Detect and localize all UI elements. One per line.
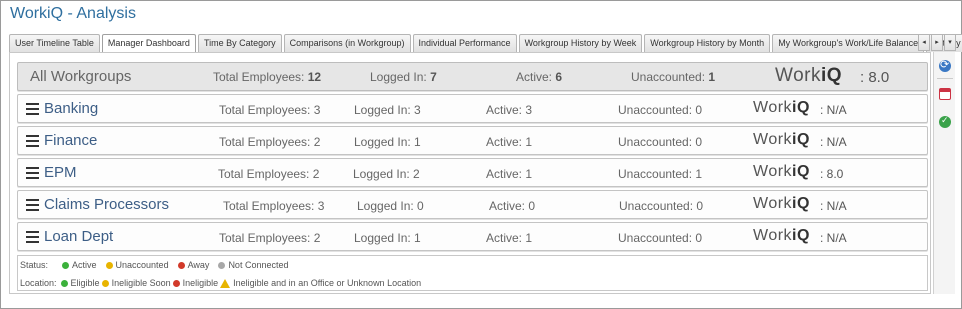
active-count: Active: 3 (486, 103, 533, 117)
menu-icon[interactable] (26, 199, 39, 211)
workiq-logo: WorkiQ (775, 65, 843, 86)
tab-next-icon[interactable]: ▸ (931, 34, 943, 51)
location-label: Location: (20, 278, 57, 288)
logged-in: Logged In: 1 (354, 135, 421, 149)
active-count: Active: 1 (486, 167, 533, 181)
tab-individual-performance[interactable]: Individual Performance (412, 34, 517, 52)
unaccounted-count: Unaccounted: 1 (618, 167, 703, 181)
workiq-score: : N/A (820, 231, 847, 245)
legend-eligible: Eligible (60, 278, 100, 288)
status-legend-line: Status: Active Unaccounted Away Not Conn… (20, 260, 297, 270)
warning-icon (220, 278, 231, 288)
workgroup-row[interactable]: EPM Total Employees: 2 Logged In: 2 Acti… (17, 158, 928, 187)
workiq-logo: WorkiQ (753, 99, 810, 116)
summary-active: Active: 6 (516, 70, 563, 84)
tab-scroll-controls: ◂ ▸ ▾ (918, 34, 957, 51)
summary-total-employees: Total Employees: 12 (213, 70, 322, 84)
calendar-icon[interactable] (939, 88, 951, 100)
workiq-logo: WorkiQ (753, 227, 810, 244)
logged-in: Logged In: 1 (354, 231, 421, 245)
workgroup-name[interactable]: Finance (44, 132, 97, 149)
unaccounted-count: Unaccounted: 0 (618, 103, 703, 117)
green-dot-icon (60, 279, 68, 287)
total-employees: Total Employees: 3 (219, 103, 321, 117)
tab-menu-icon[interactable]: ▾ (944, 34, 956, 51)
legend-not-connected: Not Connected (218, 260, 288, 270)
status-legend: Status: Active Unaccounted Away Not Conn… (17, 255, 928, 291)
unaccounted-count: Unaccounted: 0 (619, 199, 704, 213)
red-dot-icon (172, 279, 180, 287)
summary-workiq-score: : 8.0 (860, 69, 890, 86)
active-count: Active: 0 (489, 199, 536, 213)
summary-row-all-workgroups: All Workgroups Total Employees: 12 Logge… (17, 62, 928, 91)
logged-in: Logged In: 2 (353, 167, 420, 181)
tab-workgroup-history-month[interactable]: Workgroup History by Month (644, 34, 771, 52)
logged-in: Logged In: 3 (354, 103, 421, 117)
workgroup-name[interactable]: Loan Dept (44, 228, 113, 245)
logged-in: Logged In: 0 (357, 199, 424, 213)
menu-icon[interactable] (26, 135, 39, 147)
workiq-score: : N/A (820, 103, 847, 117)
summary-unaccounted: Unaccounted: 1 (631, 70, 716, 84)
location-legend-line: Location: Eligible Ineligible Soon Ineli… (20, 278, 430, 288)
workiq-logo: WorkiQ (753, 131, 810, 148)
active-count: Active: 1 (486, 135, 533, 149)
total-employees: Total Employees: 2 (219, 231, 321, 245)
tab-work-life-balance[interactable]: My Workgroup's Work/Life Balance (772, 34, 925, 52)
menu-icon[interactable] (26, 103, 39, 115)
legend-unaccounted: Unaccounted (105, 260, 169, 270)
red-dot-icon (177, 261, 185, 269)
toolbar-divider (937, 78, 953, 79)
yellow-dot-icon (101, 279, 109, 287)
summary-title: All Workgroups (30, 68, 132, 85)
grey-dot-icon (218, 261, 226, 269)
workiq-logo: WorkiQ (753, 163, 810, 180)
workiq-score: : N/A (820, 199, 847, 213)
legend-ineligible: Ineligible (172, 278, 218, 288)
refresh-icon[interactable] (939, 58, 951, 72)
workgroup-row[interactable]: Finance Total Employees: 2 Logged In: 1 … (17, 126, 928, 155)
workgroup-name[interactable]: Claims Processors (44, 196, 169, 213)
workgroup-row[interactable]: Loan Dept Total Employees: 2 Logged In: … (17, 222, 928, 251)
workgroup-name[interactable]: Banking (44, 100, 98, 117)
tab-bar: User Timeline Table Manager Dashboard Ti… (9, 34, 962, 53)
app-window: WorkiQ - Analysis User Timeline Table Ma… (0, 0, 962, 309)
total-employees: Total Employees: 3 (223, 199, 325, 213)
tab-time-by-category[interactable]: Time By Category (197, 34, 282, 52)
tab-user-timeline-table[interactable]: User Timeline Table (9, 34, 100, 52)
right-toolbar (933, 52, 955, 294)
summary-logged-in: Logged In: 7 (370, 70, 437, 84)
tab-comparisons[interactable]: Comparisons (in Workgroup) (283, 34, 411, 52)
legend-away: Away (177, 260, 209, 270)
app-title: WorkiQ - Analysis (10, 5, 136, 22)
yellow-dot-icon (105, 261, 113, 269)
status-label: Status: (20, 260, 49, 270)
tab-manager-dashboard[interactable]: Manager Dashboard (101, 34, 196, 53)
legend-ineligible-soon: Ineligible Soon (101, 278, 171, 288)
tab-prev-icon[interactable]: ◂ (918, 34, 930, 51)
unaccounted-count: Unaccounted: 0 (618, 231, 703, 245)
workgroup-row[interactable]: Banking Total Employees: 3 Logged In: 3 … (17, 94, 928, 123)
workiq-score: : 8.0 (820, 167, 844, 181)
total-employees: Total Employees: 2 (218, 167, 320, 181)
tab-workgroup-history-week[interactable]: Workgroup History by Week (518, 34, 643, 52)
dashboard-panel: All Workgroups Total Employees: 12 Logge… (9, 52, 931, 294)
workgroup-name[interactable]: EPM (44, 164, 77, 181)
active-count: Active: 1 (486, 231, 533, 245)
total-employees: Total Employees: 2 (219, 135, 321, 149)
unaccounted-count: Unaccounted: 0 (618, 135, 703, 149)
menu-icon[interactable] (26, 167, 39, 179)
menu-icon[interactable] (26, 231, 39, 243)
legend-active: Active (62, 260, 97, 270)
legend-warning: Ineligible and in an Office or Unknown L… (220, 278, 421, 288)
workgroup-row[interactable]: Claims Processors Total Employees: 3 Log… (17, 190, 928, 219)
check-icon[interactable] (939, 115, 951, 128)
green-dot-icon (62, 261, 70, 269)
workiq-score: : N/A (820, 135, 847, 149)
workiq-logo: WorkiQ (753, 195, 810, 212)
